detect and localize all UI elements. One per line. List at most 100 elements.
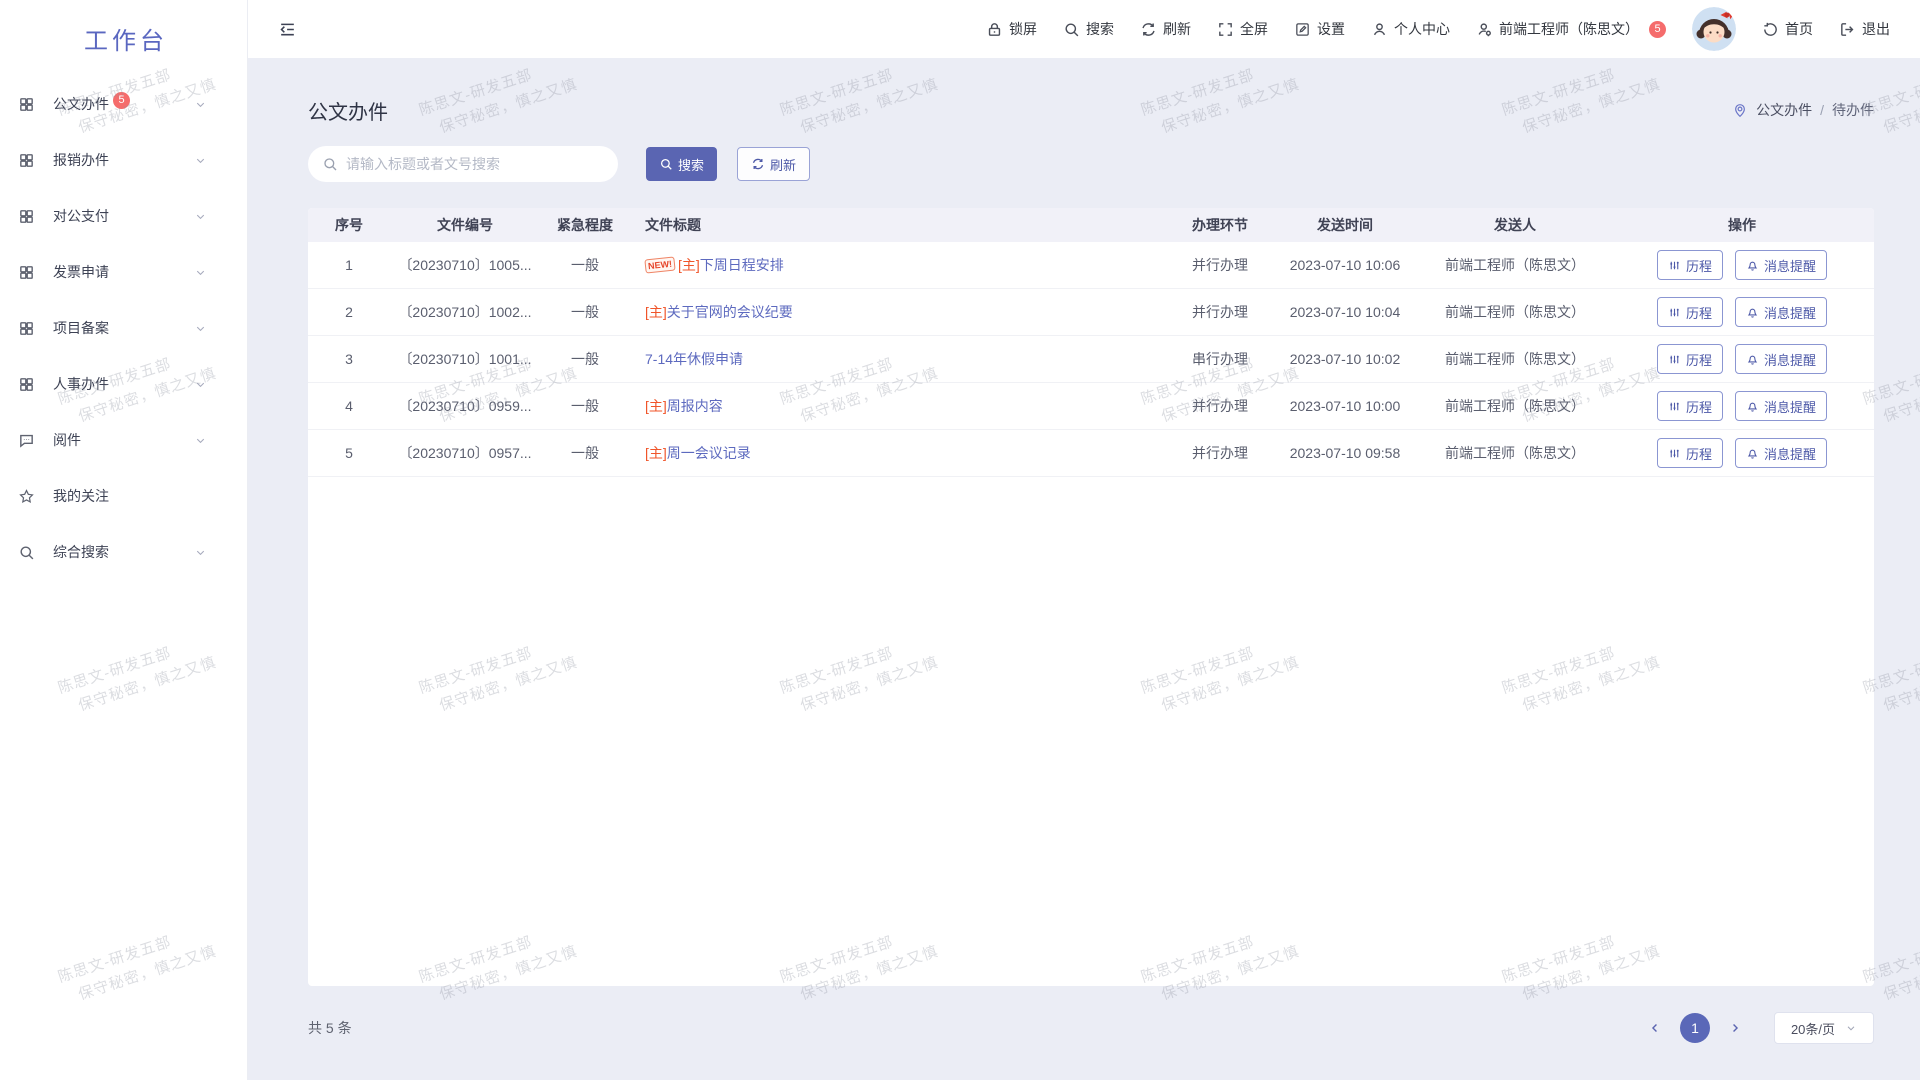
chevron-down-icon [194,154,207,167]
new-badge: NEW! [644,256,675,273]
refresh-button-label: 刷新 [770,155,796,174]
history-button[interactable]: 历程 [1657,250,1723,280]
history-button[interactable]: 历程 [1657,438,1723,468]
chevron-down-icon [194,378,207,391]
current-user-button[interactable]: 前端工程师（陈思文） 5 [1476,19,1666,39]
profile-center-button[interactable]: 个人中心 [1371,19,1450,39]
history-button[interactable]: 历程 [1657,391,1723,421]
doc-title-link[interactable]: 周一会议记录 [667,443,751,463]
topbar: 锁屏 搜索 刷新 全屏 设置 [248,0,1920,58]
history-button-label: 历程 [1686,303,1712,322]
cell-index: 5 [308,445,390,461]
menu-fold-icon[interactable] [278,20,297,39]
footer-row: 共 5 条 1 20条/页 [308,1012,1874,1044]
cell-sender: 前端工程师（陈思文） [1420,443,1610,463]
table-row: 4 〔20230710〕0959... 一般 [主] 周报内容 并行办理 202… [308,383,1874,430]
table-row: 2 〔20230710〕1002... 一般 [主] 关于官网的会议纪要 并行办… [308,289,1874,336]
column-header: 紧急程度 [540,215,630,235]
cell-doc-no: 〔20230710〕1002... [390,302,540,322]
chevron-down-icon [194,266,207,279]
search-box [308,146,618,182]
cell-index: 2 [308,304,390,320]
action-label: 全屏 [1240,19,1268,39]
refresh-button[interactable]: 刷新 [1140,19,1191,39]
notify-button[interactable]: 消息提醒 [1735,344,1827,374]
global-search-button[interactable]: 搜索 [1063,19,1114,39]
sidebar-item-gongwen[interactable]: 公文办件 5 [0,76,247,132]
home-button[interactable]: 首页 [1762,19,1813,39]
settings-button[interactable]: 设置 [1294,19,1345,39]
notify-button-label: 消息提醒 [1764,397,1816,416]
sidebar-item-fapiao[interactable]: 发票申请 [0,244,247,300]
search-button[interactable]: 搜索 [646,147,717,181]
action-label: 设置 [1317,19,1345,39]
history-button[interactable]: 历程 [1657,344,1723,374]
cell-urgency: 一般 [540,349,630,369]
notify-button-label: 消息提醒 [1764,444,1816,463]
sidebar-item-label: 阅件 [53,430,81,450]
notify-button-label: 消息提醒 [1764,350,1816,369]
cell-step: 并行办理 [1170,396,1270,416]
chevron-down-icon [194,98,207,111]
current-page[interactable]: 1 [1680,1013,1710,1043]
chevron-down-icon [194,210,207,223]
action-label: 锁屏 [1009,19,1037,39]
sidebar-item-baoxiao[interactable]: 报销办件 [0,132,247,188]
logout-icon [1839,21,1856,38]
sliders-icon [1668,400,1681,413]
page-title: 公文办件 [308,96,388,125]
history-button-label: 历程 [1686,444,1712,463]
sidebar-item-yuejian[interactable]: 阅件 [0,412,247,468]
prev-page-button[interactable] [1640,1013,1670,1043]
cell-send-time: 2023-07-10 10:02 [1270,351,1420,367]
cell-actions: 历程 消息提醒 [1610,250,1874,280]
search-input[interactable] [308,146,618,182]
sidebar-item-guanzhu[interactable]: 我的关注 [0,468,247,524]
action-label: 搜索 [1086,19,1114,39]
chevron-down-icon [194,434,207,447]
sidebar-item-xiangmu[interactable]: 项目备案 [0,300,247,356]
doc-title-link[interactable]: 关于官网的会议纪要 [667,302,793,322]
cell-doc-no: 〔20230710〕0959... [390,396,540,416]
sidebar-item-sousuo[interactable]: 综合搜索 [0,524,247,580]
logout-button[interactable]: 退出 [1839,19,1890,39]
notify-button[interactable]: 消息提醒 [1735,438,1827,468]
action-label: 个人中心 [1394,19,1450,39]
cell-actions: 历程 消息提醒 [1610,297,1874,327]
search-icon [1063,21,1080,38]
sidebar-item-renshi[interactable]: 人事办件 [0,356,247,412]
notify-button[interactable]: 消息提醒 [1735,250,1827,280]
lock-screen-button[interactable]: 锁屏 [986,19,1037,39]
cell-index: 3 [308,351,390,367]
cell-title: 7-14年休假申请 [630,349,1170,369]
sidebar-badge: 5 [113,92,130,109]
refresh-list-button[interactable]: 刷新 [737,147,810,181]
app-root: 工作台 公文办件 5 报销办件 对公支付 发票申请 项目备案 [0,0,1920,1080]
doc-title-link[interactable]: 下周日程安排 [700,255,784,275]
breadcrumb-root[interactable]: 公文办件 [1756,100,1812,120]
notify-button[interactable]: 消息提醒 [1735,391,1827,421]
table-row: 3 〔20230710〕1001... 一般 7-14年休假申请 串行办理 20… [308,336,1874,383]
message-icon [18,432,35,449]
grid-icon [18,376,35,393]
user-role-icon [1476,21,1493,38]
notify-button[interactable]: 消息提醒 [1735,297,1827,327]
grid-icon [18,208,35,225]
history-button[interactable]: 历程 [1657,297,1723,327]
sliders-icon [1668,259,1681,272]
fullscreen-button[interactable]: 全屏 [1217,19,1268,39]
next-page-button[interactable] [1720,1013,1750,1043]
total-count: 共 5 条 [308,1018,352,1038]
avatar[interactable] [1692,7,1736,51]
doc-title-link[interactable]: 周报内容 [667,396,723,416]
doc-title-link[interactable]: 7-14年休假申请 [645,349,743,369]
sidebar-item-duigong[interactable]: 对公支付 [0,188,247,244]
history-button-label: 历程 [1686,397,1712,416]
cell-title: NEW! [主] 下周日程安排 [630,255,1170,275]
main-doc-tag: [主] [678,255,700,275]
page-size-select[interactable]: 20条/页 [1774,1012,1874,1044]
cell-title: [主] 周一会议记录 [630,443,1170,463]
cell-urgency: 一般 [540,302,630,322]
main-doc-tag: [主] [645,302,667,322]
cell-send-time: 2023-07-10 10:04 [1270,304,1420,320]
